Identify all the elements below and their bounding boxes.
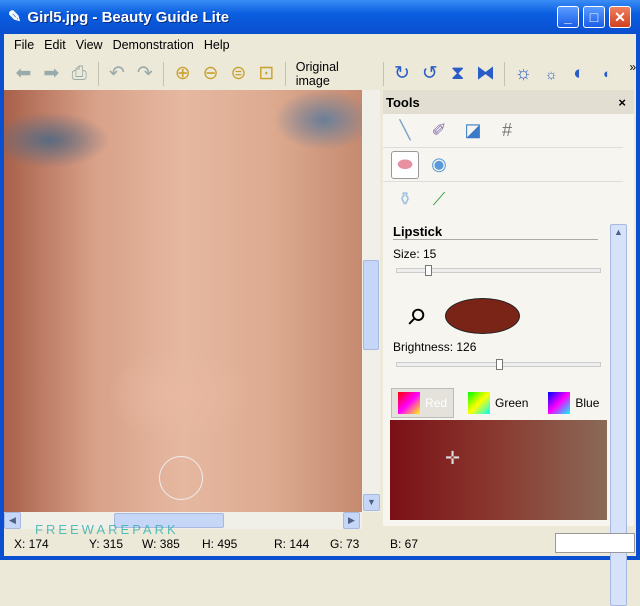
tool-row: ⬬ ◉: [383, 148, 623, 182]
status-green: G: 73: [330, 537, 360, 551]
lipstick-color-swatch[interactable]: [445, 298, 520, 334]
crosshair-icon: ✛: [445, 448, 461, 468]
tab-label: Red: [425, 396, 448, 410]
window-title: Girl5.jpg - Beauty Guide Lite: [27, 8, 230, 26]
size-slider-thumb[interactable]: [425, 265, 432, 276]
maximize-button[interactable]: □: [583, 6, 605, 28]
red-gradient-icon: [398, 392, 420, 414]
size-slider[interactable]: [396, 265, 601, 276]
rotate-cw-icon[interactable]: ↻: [390, 62, 413, 86]
pencil-icon[interactable]: ╲: [391, 117, 419, 145]
tools-panel: Tools × ╲ ✐ ◪ # ⬬ ◉ ⚱ ⟋ Lipstick ▲ Size:…: [383, 90, 634, 606]
tool-row: ⚱ ⟋: [383, 182, 623, 216]
zoom-in-icon[interactable]: ⊕: [171, 62, 194, 86]
toolbar-separator: [503, 61, 505, 86]
contrast-up-icon[interactable]: ◐: [568, 62, 591, 86]
lips-icon[interactable]: ⬬: [391, 150, 419, 179]
brush-cursor: [159, 456, 203, 500]
green-gradient-icon: [468, 392, 491, 414]
mascara-brush-icon[interactable]: ⟋: [425, 185, 453, 213]
menu-view[interactable]: View: [76, 38, 103, 52]
toolbar-separator: [284, 61, 286, 86]
tab-red[interactable]: Red: [391, 388, 455, 418]
tab-blue[interactable]: Blue: [542, 388, 605, 418]
status-y: Y: 315: [89, 537, 124, 551]
zoom-actual-icon[interactable]: ⊡: [255, 62, 278, 86]
undo-icon[interactable]: ↶: [106, 62, 129, 86]
brightness-down-icon[interactable]: ☼: [540, 62, 563, 86]
photo-canvas[interactable]: [4, 90, 362, 512]
color-tabs: Red Green Blue: [391, 388, 605, 418]
brightness-up-icon[interactable]: ☼: [512, 62, 535, 86]
status-field: [555, 533, 635, 553]
scroll-down-button[interactable]: ▼: [363, 494, 380, 511]
toolbar-separator: [382, 61, 384, 86]
status-blue: B: 67: [390, 537, 419, 551]
title-bar: ✎ Girl5.jpg - Beauty Guide Lite _ □ ✕: [0, 0, 640, 34]
scroll-thumb[interactable]: [363, 260, 379, 350]
print-icon[interactable]: ⎙: [68, 62, 91, 86]
watermark: FREEWAREPARK: [35, 522, 179, 537]
resize-icon[interactable]: ◪: [459, 117, 487, 145]
original-image-button[interactable]: Original image: [293, 60, 376, 88]
status-height: H: 495: [202, 537, 238, 551]
menu-demonstration[interactable]: Demonstration: [113, 38, 194, 52]
bottle-icon[interactable]: ⚱: [391, 185, 419, 213]
tool-row: ╲ ✐ ◪ #: [383, 114, 623, 148]
color-picker-area[interactable]: ✛: [390, 420, 607, 520]
toolbar: ⬅ ➡ ⎙ ↶ ↷ ⊕ ⊖ ⊜ ⊡ Original image ↻ ↺ ⧗ ⧓…: [4, 57, 636, 90]
status-width: W: 385: [142, 537, 180, 551]
zoom-out-icon[interactable]: ⊖: [199, 62, 222, 86]
eyedropper-icon[interactable]: ⚲: [401, 302, 431, 332]
scroll-right-button[interactable]: ▶: [343, 512, 360, 529]
brightness-slider[interactable]: [396, 359, 601, 370]
tools-close-button[interactable]: ×: [618, 95, 626, 110]
image-vertical-scrollbar[interactable]: ▼: [362, 90, 380, 512]
tab-label: Green: [495, 396, 529, 410]
flip-vertical-icon[interactable]: ⧗: [446, 62, 469, 86]
rotate-ccw-icon[interactable]: ↺: [418, 62, 441, 86]
size-label: Size: 15: [393, 247, 437, 261]
eye-icon[interactable]: ◉: [425, 151, 453, 179]
crop-icon[interactable]: #: [493, 117, 521, 145]
menu-bar: File Edit View Demonstration Help: [4, 34, 636, 56]
tab-label: Blue: [575, 396, 600, 410]
section-title: Lipstick: [393, 224, 598, 240]
menu-edit[interactable]: Edit: [44, 38, 66, 52]
tools-header: Tools ×: [383, 90, 634, 114]
toolbar-separator: [163, 61, 165, 86]
app-icon: ✎: [8, 9, 22, 26]
menu-file[interactable]: File: [14, 38, 34, 52]
menu-help[interactable]: Help: [204, 38, 230, 52]
flip-horizontal-icon[interactable]: ⧓: [474, 62, 497, 86]
zoom-fit-icon[interactable]: ⊜: [227, 62, 250, 86]
tab-green[interactable]: Green: [462, 388, 534, 418]
contrast-down-icon[interactable]: ◐: [596, 62, 619, 86]
minimize-button[interactable]: _: [557, 6, 579, 28]
toolbar-separator: [97, 61, 99, 86]
toolbar-overflow[interactable]: »: [629, 60, 636, 74]
scroll-left-button[interactable]: ◀: [4, 512, 21, 529]
close-button[interactable]: ✕: [609, 6, 631, 28]
forward-arrow-icon[interactable]: ➡: [40, 62, 63, 86]
blue-gradient-icon: [548, 392, 571, 414]
status-red: R: 144: [274, 537, 310, 551]
back-arrow-icon[interactable]: ⬅: [12, 62, 35, 86]
retouch-brush-icon[interactable]: ✐: [425, 117, 453, 145]
status-x: X: 174: [14, 537, 49, 551]
redo-icon[interactable]: ↷: [133, 62, 156, 86]
brightness-label: Brightness: 126: [393, 340, 477, 354]
tools-title: Tools: [386, 94, 420, 110]
brightness-slider-thumb[interactable]: [496, 359, 503, 370]
